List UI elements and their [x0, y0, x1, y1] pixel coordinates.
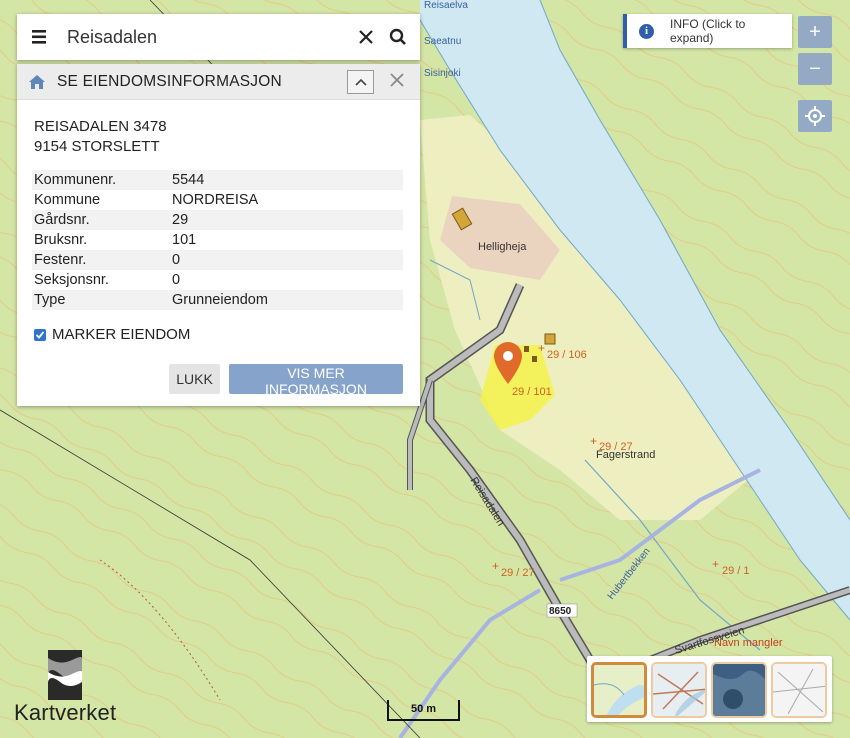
address-street: REISADALEN 3478: [34, 118, 167, 135]
basemap-greyscale[interactable]: [771, 662, 827, 718]
scale-bar: 50 m: [387, 700, 460, 722]
show-more-info-button[interactable]: VIS MER INFORMASJON: [229, 364, 403, 397]
table-row: Festenr. 0: [32, 250, 403, 270]
marker-property-checkbox[interactable]: [34, 328, 46, 341]
property-value: 29: [170, 210, 403, 230]
svg-text:+: +: [492, 559, 499, 573]
property-info-panel: SE EIENDOMSINFORMASJON REISADALEN 3478 9…: [17, 64, 420, 406]
svg-text:+: +: [712, 557, 719, 571]
parcel-label: 29 / 106: [547, 349, 587, 361]
map-label-water: Reisaelva: [424, 0, 468, 11]
svg-text:8650: 8650: [549, 606, 572, 617]
property-label: Festenr.: [32, 250, 170, 270]
svg-text:+: +: [590, 434, 597, 448]
property-label: Gårdsnr.: [32, 210, 170, 230]
map-label-place: Navn mangler: [714, 637, 783, 649]
basemap-topographic[interactable]: [591, 662, 647, 718]
address-postal: 9154 STORSLETT: [34, 138, 160, 155]
property-value: 5544: [170, 170, 403, 190]
checkmark-icon: [35, 330, 45, 339]
svg-text:+: +: [538, 341, 545, 355]
search-input[interactable]: [63, 26, 350, 48]
parcel-label: 29 / 27: [599, 441, 633, 453]
parcel-label: 29 / 1: [722, 565, 750, 577]
locate-me-button[interactable]: [798, 100, 832, 132]
collapse-panel-button[interactable]: [347, 70, 374, 94]
property-value: 101: [172, 232, 197, 248]
table-row: Bruksnr. 101: [32, 230, 403, 250]
property-label: Kommunenr.: [32, 170, 170, 190]
road-number-sign: 8650: [546, 603, 578, 618]
home-icon[interactable]: [17, 74, 57, 90]
close-button[interactable]: LUKK: [169, 364, 220, 394]
panel-header: SE EIENDOMSINFORMASJON: [17, 64, 420, 100]
basemap-topographic-grey[interactable]: [651, 662, 707, 718]
crosshair-icon: [805, 106, 825, 126]
basemap-selector: [587, 656, 832, 722]
info-box[interactable]: i INFO (Click to expand): [623, 14, 792, 48]
property-value: 0: [170, 250, 403, 270]
search-icon[interactable]: [382, 14, 414, 60]
map-label-water: Saeatnu: [424, 36, 461, 47]
plus-icon: +: [809, 20, 821, 43]
zoom-out-button[interactable]: −: [798, 53, 832, 85]
scale-label: 50 m: [410, 703, 437, 715]
property-label: Type: [32, 290, 170, 310]
info-icon: i: [639, 23, 654, 39]
clear-search-icon[interactable]: [350, 14, 382, 60]
zoom-in-button[interactable]: +: [798, 16, 832, 48]
close-panel-icon[interactable]: [386, 69, 408, 91]
table-row: Gårdsnr. 29: [32, 210, 403, 230]
hamburger-menu-icon[interactable]: [17, 14, 63, 60]
marker-property-row: MARKER EIENDOM: [34, 326, 190, 343]
table-row: Seksjonsnr. 0: [32, 270, 403, 290]
property-table: Kommunenr. 5544 Kommune NORDREISA Gårdsnr.…: [32, 170, 403, 310]
table-row: Kommunenr. 5544: [32, 170, 403, 190]
property-label: Kommune: [34, 192, 101, 208]
panel-title: SE EIENDOMSINFORMASJON: [57, 72, 282, 90]
parcel-label: 29 / 101: [512, 386, 552, 398]
kartverket-logo-icon: [48, 650, 83, 700]
table-row: Kommune NORDREISA: [32, 190, 403, 210]
property-label: Seksjonsnr.: [34, 272, 109, 288]
search-bar: [17, 14, 420, 60]
table-row: Type Grunneiendom: [32, 290, 403, 310]
basemap-aerial[interactable]: [711, 662, 767, 718]
property-value: 0: [172, 272, 181, 288]
chevron-up-icon: [354, 78, 367, 86]
parcel-label: 29 / 27: [501, 567, 535, 579]
map-label-water: Sisinjoki: [424, 68, 461, 79]
property-label: Bruksnr.: [34, 232, 88, 248]
map-label-place: Helligheja: [478, 241, 527, 253]
kartverket-logo: Kartverket: [14, 648, 116, 725]
property-value: Grunneiendom: [170, 290, 403, 310]
property-value: NORDREISA: [172, 192, 259, 208]
marker-property-label: MARKER EIENDOM: [52, 326, 191, 343]
minus-icon: −: [809, 57, 821, 80]
info-text: INFO (Click to expand): [670, 17, 746, 45]
logo-text: Kartverket: [14, 700, 117, 725]
property-address: REISADALEN 3478 9154 STORSLETT: [34, 117, 167, 157]
